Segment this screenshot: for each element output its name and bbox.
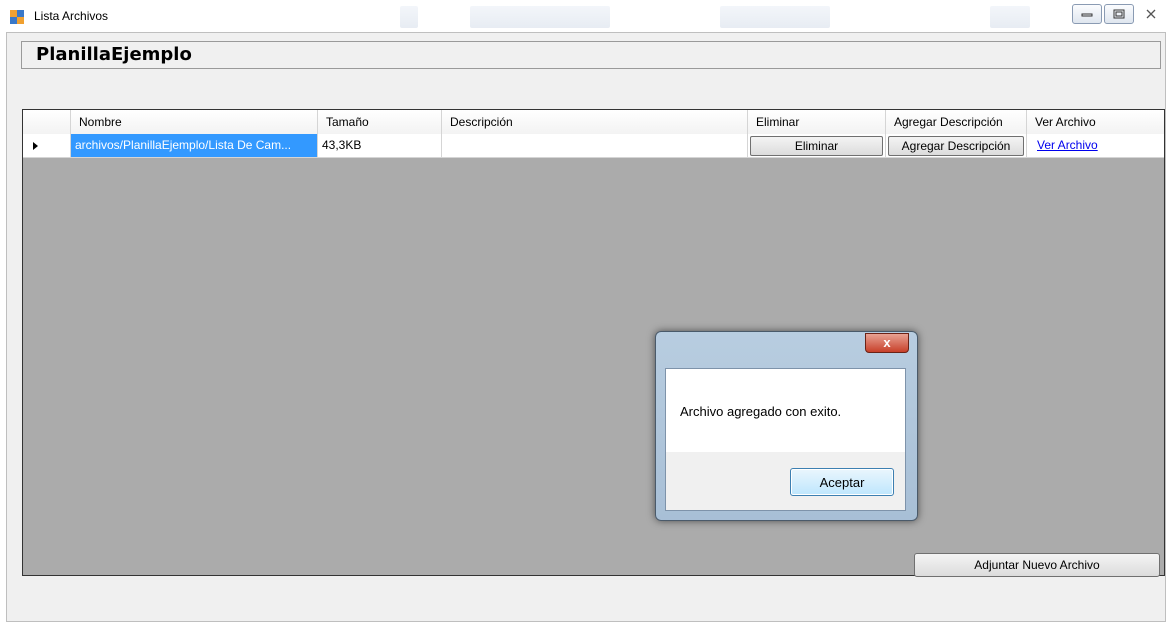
background-ghost: [990, 6, 1030, 28]
dialog-message: Archivo agregado con exito.: [680, 404, 842, 419]
aceptar-button[interactable]: Aceptar: [790, 468, 894, 496]
minimize-button[interactable]: [1072, 4, 1102, 24]
header-nombre[interactable]: Nombre: [71, 110, 318, 134]
dialog-close-button[interactable]: x: [865, 333, 909, 353]
table-row[interactable]: archivos/PlanillaEjemplo/Lista De Cam...…: [23, 134, 1164, 158]
title-bar: Lista Archivos: [0, 0, 1172, 32]
maximize-button[interactable]: [1104, 4, 1134, 24]
dialog-footer: Aceptar: [666, 452, 905, 510]
minimize-icon: [1081, 13, 1093, 17]
dialog-body: Archivo agregado con exito. Aceptar: [665, 368, 906, 511]
agregar-descripcion-button[interactable]: Agregar Descripción: [888, 136, 1024, 156]
header-tamano[interactable]: Tamaño: [318, 110, 442, 134]
header-eliminar[interactable]: Eliminar: [748, 110, 886, 134]
background-ghost: [400, 6, 418, 28]
cell-nombre[interactable]: archivos/PlanillaEjemplo/Lista De Cam...: [71, 134, 318, 158]
background-ghost: [720, 6, 830, 28]
header-corner: [23, 110, 71, 134]
planilla-title-box: PlanillaEjemplo: [21, 41, 1161, 69]
window-title: Lista Archivos: [34, 9, 109, 23]
close-icon: x: [883, 335, 891, 350]
header-agregar-descripcion[interactable]: Agregar Descripción: [886, 110, 1027, 134]
row-selector-arrow-icon[interactable]: [23, 134, 71, 158]
close-icon: [1146, 9, 1156, 19]
window-client-area: PlanillaEjemplo Nombre Tamaño Descripció…: [6, 32, 1166, 622]
maximize-icon: [1113, 9, 1125, 19]
header-ver-archivo[interactable]: Ver Archivo: [1027, 110, 1164, 134]
eliminar-button[interactable]: Eliminar: [750, 136, 883, 156]
close-button[interactable]: [1136, 4, 1166, 24]
adjuntar-nuevo-archivo-button[interactable]: Adjuntar Nuevo Archivo: [914, 553, 1160, 577]
background-ghost: [470, 6, 610, 28]
files-grid[interactable]: Nombre Tamaño Descripción Eliminar Agreg…: [22, 109, 1165, 576]
message-dialog: x Archivo agregado con exito. Aceptar: [655, 331, 918, 521]
page-title: PlanillaEjemplo: [36, 44, 192, 65]
header-descripcion[interactable]: Descripción: [442, 110, 748, 134]
app-icon: [10, 10, 24, 24]
grid-header: Nombre Tamaño Descripción Eliminar Agreg…: [23, 110, 1164, 135]
cell-tamano[interactable]: 43,3KB: [318, 134, 442, 158]
cell-descripcion[interactable]: [442, 134, 748, 158]
ver-archivo-link[interactable]: Ver Archivo: [1037, 138, 1098, 152]
